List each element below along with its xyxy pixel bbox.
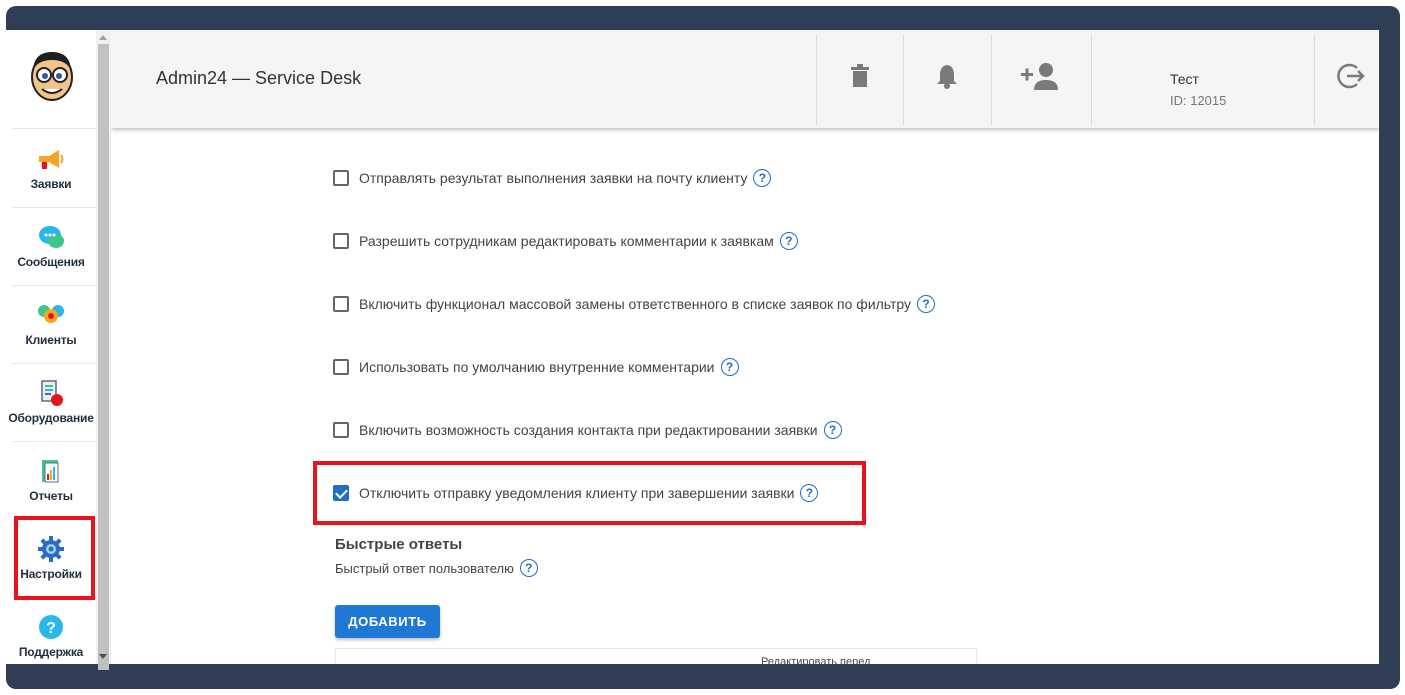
app-title: Admin24 — Service Desk xyxy=(156,68,362,88)
bell-icon xyxy=(934,63,960,94)
sidebar-item-label: Заявки xyxy=(30,177,72,191)
user-id: ID: 12015 xyxy=(1170,93,1227,108)
quick-replies-title: Быстрые ответы xyxy=(335,536,463,553)
scrollbar[interactable] xyxy=(96,30,111,670)
megaphone-icon xyxy=(37,145,65,173)
clients-icon xyxy=(37,301,65,329)
option-label: Включить функционал массовой замены отве… xyxy=(359,296,912,312)
help-glyph: ? xyxy=(46,620,56,637)
option-create-contact: Включить возможность создания контакта п… xyxy=(333,419,842,441)
divider xyxy=(816,34,817,126)
sidebar-item-equipment[interactable]: Оборудование xyxy=(6,364,96,440)
divider xyxy=(1091,34,1092,126)
checkbox[interactable] xyxy=(333,296,349,312)
trash-icon xyxy=(850,63,870,93)
quick-replies-subtitle-row: Быстрый ответ пользователю ? xyxy=(335,559,538,577)
help-icon[interactable]: ? xyxy=(753,169,772,187)
scroll-down-arrow-icon[interactable] xyxy=(99,654,107,659)
logout-button[interactable] xyxy=(1321,50,1379,106)
main-content: Admin24 — Service Desk Тест ID: 12015 От… xyxy=(111,30,1379,664)
scroll-thumb[interactable] xyxy=(98,44,109,670)
sidebar-item-support[interactable]: ? Поддержка xyxy=(6,598,96,674)
option-internal-comments: Использовать по умолчанию внутренние ком… xyxy=(333,356,739,378)
help-icon[interactable]: ? xyxy=(823,421,842,439)
divider xyxy=(903,34,904,126)
settings-highlight-box xyxy=(14,516,95,600)
user-name[interactable]: Тест xyxy=(1170,71,1199,87)
topbar: Admin24 — Service Desk Тест ID: 12015 xyxy=(111,30,1379,128)
option-mass-reassign: Включить функционал массовой замены отве… xyxy=(333,293,936,315)
reports-icon xyxy=(37,457,65,485)
divider xyxy=(1314,34,1315,126)
sidebar-item-reports[interactable]: Отчеты xyxy=(6,442,96,518)
checkbox[interactable] xyxy=(333,422,349,438)
logout-icon xyxy=(1335,60,1367,97)
add-button[interactable]: ДОБАВИТЬ xyxy=(335,605,440,638)
option-highlight-box xyxy=(313,461,866,525)
sidebar-item-label: Клиенты xyxy=(25,333,77,347)
option-label: Использовать по умолчанию внутренние ком… xyxy=(359,359,715,375)
option-email-result: Отправлять результат выполнения заявки н… xyxy=(333,167,772,189)
divider xyxy=(991,34,992,126)
checkbox[interactable] xyxy=(333,359,349,375)
quick-replies-table xyxy=(335,648,977,664)
scroll-up-arrow-icon[interactable] xyxy=(99,35,107,40)
sidebar-item-label: Сообщения xyxy=(17,255,85,269)
help-icon[interactable]: ? xyxy=(720,358,739,376)
chat-icon xyxy=(37,223,65,251)
sidebar-item-label: Поддержка xyxy=(18,645,84,659)
help-icon[interactable]: ? xyxy=(917,295,936,313)
sidebar-item-tickets[interactable]: Заявки xyxy=(6,130,96,206)
sidebar-item-messages[interactable]: Сообщения xyxy=(6,208,96,284)
equipment-icon xyxy=(37,379,65,407)
option-label: Разрешить сотрудникам редактировать комм… xyxy=(359,233,774,249)
checkbox[interactable] xyxy=(333,233,349,249)
quick-replies-subtitle: Быстрый ответ пользователю xyxy=(335,560,514,576)
notifications-button[interactable] xyxy=(917,50,977,106)
sidebar-item-label: Отчеты xyxy=(29,489,73,503)
help-icon[interactable]: ? xyxy=(519,559,538,577)
help-icon: ? xyxy=(37,613,65,641)
trash-button[interactable] xyxy=(830,50,890,106)
add-user-button[interactable] xyxy=(1011,50,1071,106)
table-header-edit: Редактировать перед xyxy=(761,656,871,664)
option-edit-comments: Разрешить сотрудникам редактировать комм… xyxy=(333,230,798,252)
divider xyxy=(12,128,96,129)
checkbox[interactable] xyxy=(333,170,349,186)
option-label: Включить возможность создания контакта п… xyxy=(359,422,818,438)
option-label: Отправлять результат выполнения заявки н… xyxy=(359,170,748,186)
help-icon[interactable]: ? xyxy=(779,232,798,250)
avatar[interactable] xyxy=(28,44,76,104)
sidebar-item-clients[interactable]: Клиенты xyxy=(6,286,96,362)
sidebar-item-label: Оборудование xyxy=(8,411,94,425)
add-user-icon xyxy=(1020,61,1062,96)
